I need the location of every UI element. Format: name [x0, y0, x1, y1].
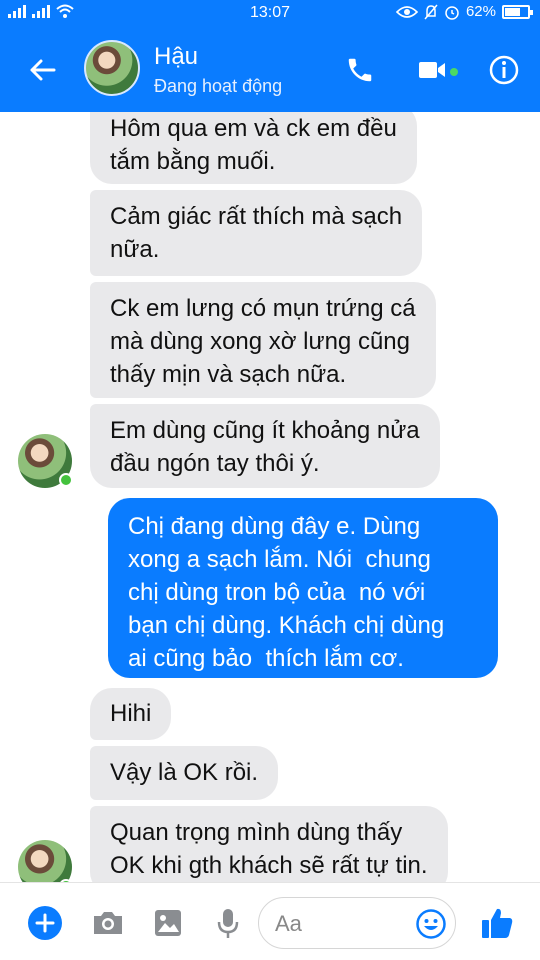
message-input[interactable] — [275, 908, 415, 940]
message-bubble-incoming[interactable]: Em dùng cũng ít khoảng nửa đầu ngón tay … — [90, 404, 440, 488]
active-dot — [450, 68, 458, 76]
alarm-icon — [445, 5, 459, 20]
contact-avatar[interactable] — [84, 40, 140, 96]
message-bubble-incoming[interactable]: Cảm giác rất thích mà sạch nữa. — [90, 190, 423, 276]
plus-icon — [28, 906, 62, 940]
eye-icon — [395, 5, 418, 18]
microphone-icon — [217, 909, 239, 938]
message-bubble-incoming[interactable]: Hôm qua em và ck em đều tắm bằng muối. — [90, 112, 417, 184]
message-bubble-incoming[interactable]: Ck em lưng có mụn trứng cá mà dùng xong … — [90, 282, 436, 398]
contact-name[interactable]: Hậu — [154, 43, 198, 71]
message-bubble-outgoing[interactable]: Chị đang dùng đây e. Dùng xong a sạch lắ… — [108, 498, 498, 678]
thumbs-up-icon — [482, 908, 513, 938]
online-indicator — [59, 473, 73, 487]
call-button[interactable] — [340, 50, 380, 90]
camera-icon — [94, 912, 122, 934]
more-actions-button[interactable] — [25, 903, 65, 943]
contact-avatar-small[interactable] — [18, 434, 73, 488]
back-button[interactable] — [22, 50, 62, 90]
like-button[interactable] — [477, 903, 517, 943]
voice-button[interactable] — [208, 903, 248, 943]
emoji-icon — [416, 909, 446, 939]
image-icon — [155, 910, 181, 936]
contact-avatar-small[interactable] — [18, 840, 73, 882]
status-bar: 13:07 62% — [0, 0, 540, 26]
info-button[interactable] — [484, 50, 524, 90]
message-bubble-incoming[interactable]: Quan trọng mình dùng thấy OK khi gth khá… — [90, 806, 448, 882]
gallery-button[interactable] — [148, 903, 188, 943]
emoji-button[interactable] — [411, 904, 451, 944]
message-input-box[interactable] — [258, 897, 456, 949]
info-icon — [489, 55, 519, 85]
video-call-button[interactable] — [412, 50, 458, 90]
camera-button[interactable] — [88, 903, 128, 943]
back-arrow-icon — [30, 59, 56, 81]
video-camera-icon — [419, 62, 445, 78]
composer-bar — [0, 882, 540, 960]
message-list[interactable]: Hôm qua em và ck em đều tắm bằng muối. C… — [0, 112, 540, 882]
message-bubble-incoming[interactable]: Vậy là OK rồi. — [90, 746, 279, 800]
message-bubble-incoming[interactable]: Hihi — [90, 688, 172, 740]
phone-icon — [348, 58, 372, 82]
battery-icon — [502, 4, 533, 19]
mute-bell-icon — [424, 4, 438, 19]
contact-status: Đang hoạt động — [154, 76, 283, 96]
chat-header: Hậu Đang hoạt động — [0, 26, 540, 112]
status-right: 62% — [395, 3, 533, 20]
battery-percent: 62% — [465, 3, 496, 20]
